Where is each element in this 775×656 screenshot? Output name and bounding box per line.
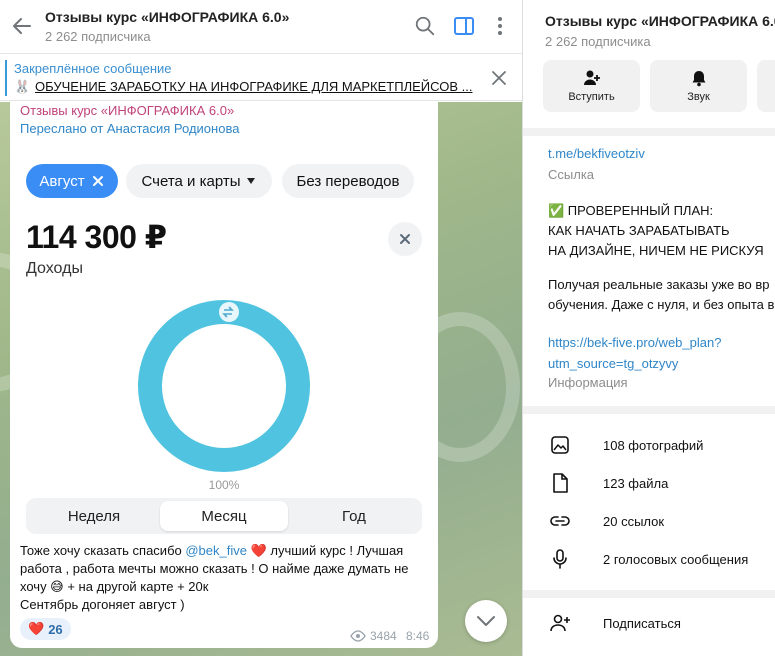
eye-icon [350, 630, 366, 642]
message-text-part: Тоже хочу сказать спасибо [20, 543, 186, 558]
forwarded-from[interactable]: Переслано от Анастасия Родионова [20, 121, 239, 136]
photo-icon [551, 436, 569, 454]
pinned-indicator [5, 60, 7, 96]
info-header: Отзывы курс «ИНФОГРАФИКА 6.0» 2 262 подп… [523, 0, 775, 128]
website-link-line[interactable]: utm_source=tg_otzyvy [548, 353, 721, 374]
file-icon [553, 473, 568, 493]
subscribe-label: Подписаться [603, 615, 681, 631]
microphone-icon [553, 549, 567, 569]
chat-header: Отзывы курс «ИНФОГРАФИКА 6.0» 2 262 подп… [0, 0, 522, 54]
back-arrow-icon[interactable] [10, 14, 34, 38]
description-line: обучения. Даже с нуля, и без опыта в [548, 297, 775, 312]
period-month: Месяц [160, 501, 288, 531]
subscribe-row[interactable]: Подписаться [523, 604, 775, 642]
close-icon [92, 176, 103, 186]
views-label: 3484 [370, 629, 397, 643]
voice-count: 2 голосовых сообщения [603, 551, 749, 567]
caret-down-icon [247, 178, 256, 184]
shared-media-section: 108 фотографий 123 файла 20 ссылок 2 гол… [523, 414, 775, 590]
scroll-down-button[interactable] [465, 600, 507, 642]
subscribe-section: Подписаться [523, 598, 775, 656]
channel-info-panel: Отзывы курс «ИНФОГРАФИКА 6.0» 2 262 подп… [522, 0, 775, 656]
sound-label: Звук [687, 91, 710, 103]
view-count: 3484 [350, 629, 397, 643]
pinned-text[interactable]: ОБУЧЕНИЕ ЗАРАБОТКУ НА ИНФОГРАФИКЕ ДЛЯ МА… [35, 79, 472, 94]
filter-label: Август [39, 172, 85, 190]
donut-percent: 100% [208, 478, 240, 492]
link-icon [550, 516, 570, 526]
description-line: Получая реальные заказы уже во вр [548, 277, 770, 292]
donut-ring [138, 300, 310, 472]
pinned-title: Закреплённое сообщение [14, 61, 172, 76]
join-label: Вступить [568, 91, 615, 103]
files-count: 123 файла [603, 475, 669, 491]
links-count: 20 ссылок [603, 513, 665, 529]
sound-button[interactable]: Звук [650, 60, 747, 112]
media-row-files[interactable]: 123 файла [523, 464, 775, 502]
close-icon[interactable] [489, 68, 509, 88]
message-text-part: Сентябрь догоняет август ) [20, 597, 185, 612]
pinned-emoji: 🐰 [14, 79, 31, 94]
website-link[interactable]: https://bek-five.pro/web_plan? utm_sourc… [548, 332, 721, 374]
add-user-icon [550, 614, 570, 632]
search-icon[interactable] [414, 15, 436, 37]
channel-title[interactable]: Отзывы курс «ИНФОГРАФИКА 6.0» [45, 9, 289, 25]
media-row-links[interactable]: 20 ссылок [523, 502, 775, 540]
link-label: Ссылка [548, 167, 595, 182]
info-subscribers: 2 262 подписчика [545, 34, 651, 49]
chat-area: Отзывы курс «ИНФОГРАФИКА 6.0» 2 262 подп… [0, 0, 522, 656]
more-actions-button[interactable] [757, 60, 775, 112]
reaction-heart[interactable]: ❤️ 26 [20, 618, 71, 640]
info-title: Отзывы курс «ИНФОГРАФИКА 6.0» [545, 13, 775, 29]
bell-icon [692, 71, 705, 87]
reaction-count: 26 [48, 621, 63, 637]
join-button[interactable]: Вступить [543, 60, 640, 112]
income-donut-chart [138, 300, 310, 472]
media-row-photos[interactable]: 108 фотографий [523, 426, 775, 464]
attached-screenshot[interactable]: Август Счета и карты Без переводов 114 3… [10, 144, 438, 536]
period-year: Год [342, 507, 366, 525]
filter-chip-month: Август [26, 164, 118, 198]
media-row-voice[interactable]: 2 голосовых сообщения [523, 540, 775, 578]
period-week: Неделя [67, 507, 121, 525]
category-icon [219, 302, 239, 322]
filter-label: Счета и карты [141, 172, 241, 190]
photos-count: 108 фотографий [603, 437, 704, 453]
filter-label: Без переводов [296, 172, 400, 190]
chevron-down-icon [477, 616, 495, 626]
pinned-message[interactable]: Закреплённое сообщение 🐰 ОБУЧЕНИЕ ЗАРАБО… [0, 55, 522, 101]
add-user-icon [583, 70, 600, 85]
income-label: Доходы [26, 260, 83, 277]
about-section: t.me/bekfiveotziv Ссылка ✅ ПРОВЕРЕННЫЙ П… [523, 136, 775, 406]
income-amount: 114 300 ₽ [26, 219, 167, 255]
post-channel-name[interactable]: Отзывы курс «ИНФОГРАФИКА 6.0» [20, 103, 234, 118]
description-line: КАК НАЧАТЬ ЗАРАБАТЫВАТЬ [548, 223, 730, 238]
period-selector: Неделя Месяц Год [26, 498, 422, 534]
website-link-line[interactable]: https://bek-five.pro/web_plan? [548, 332, 721, 353]
message-time: 8:46 [406, 629, 430, 643]
description-line: НА ДИЗАЙНЕ, НИЧЕМ НЕ РИСКУЯ [548, 243, 764, 258]
subscriber-count: 2 262 подписчика [45, 29, 151, 44]
filter-chip-accounts: Счета и карты [126, 164, 272, 198]
side-panel-icon[interactable] [452, 14, 476, 38]
more-options-icon[interactable] [488, 14, 512, 38]
filter-chip-transfers: Без переводов [282, 164, 414, 198]
message-text: Тоже хочу сказать спасибо @bek_five ❤️ л… [20, 542, 430, 614]
mention-link[interactable]: @bek_five [185, 543, 247, 558]
message-bubble: Отзывы курс «ИНФОГРАФИКА 6.0» Переслано … [10, 102, 438, 648]
channel-link[interactable]: t.me/bekfiveotziv [548, 146, 645, 161]
reaction-emoji: ❤️ [28, 621, 45, 636]
close-icon [388, 222, 422, 256]
info-label: Информация [548, 375, 628, 390]
description-line: ✅ ПРОВЕРЕННЫЙ ПЛАН: [548, 203, 714, 218]
